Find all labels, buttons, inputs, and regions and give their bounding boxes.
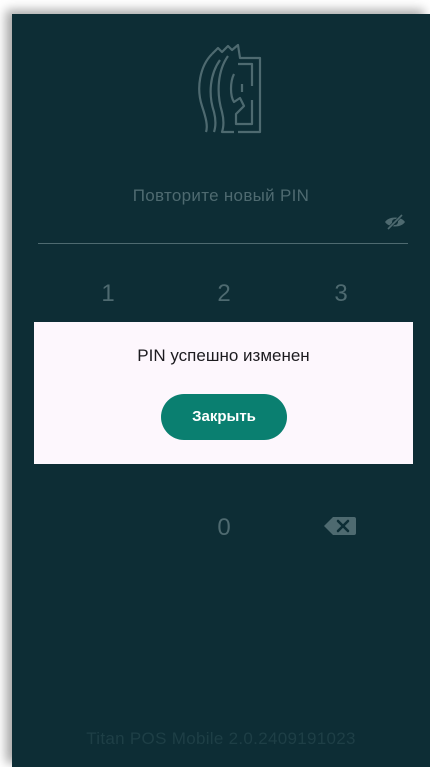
keypad-key-3[interactable]: 3 xyxy=(311,274,371,314)
repeat-pin-prompt: Повторите новый PIN xyxy=(132,186,310,205)
dialog-message: PIN успешно изменен xyxy=(137,346,310,365)
pin-input-underline[interactable] xyxy=(38,243,408,244)
close-button[interactable]: Закрыть xyxy=(161,394,287,440)
backspace-icon[interactable] xyxy=(323,516,357,536)
spartan-helmet-logo xyxy=(198,43,262,134)
keypad-key-1[interactable]: 1 xyxy=(78,274,138,314)
app-version-label: Titan POS Mobile 2.0.2409191023 xyxy=(86,729,356,748)
eye-off-icon[interactable] xyxy=(384,214,406,230)
keypad-key-0[interactable]: 0 xyxy=(194,508,254,548)
pin-changed-dialog: PIN успешно изменен Закрыть xyxy=(34,322,413,464)
keypad-key-2[interactable]: 2 xyxy=(194,274,254,314)
